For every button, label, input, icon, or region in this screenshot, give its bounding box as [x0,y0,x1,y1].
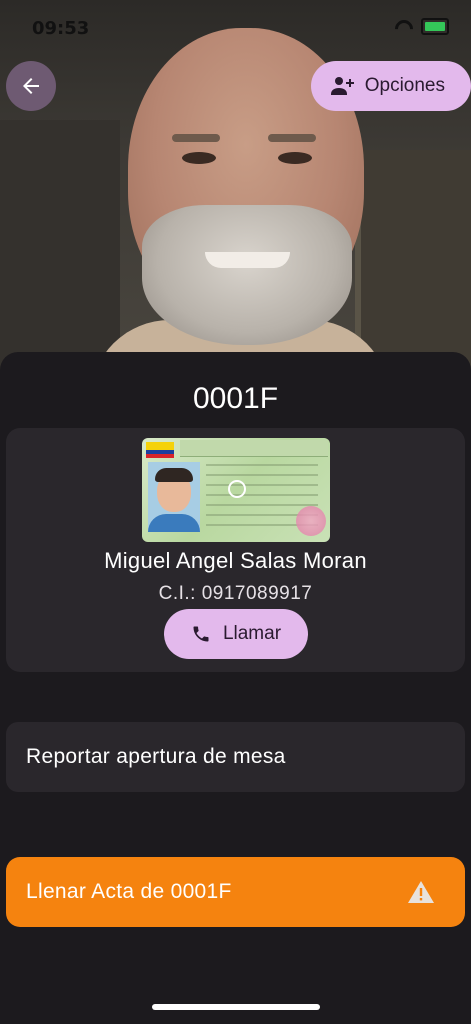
person-id-number: C.I.: 0917089917 [158,583,313,604]
status-icons [395,18,449,35]
options-label: Opciones [364,75,445,96]
back-button[interactable] [6,61,56,111]
call-button[interactable]: Llamar [164,609,308,659]
details-sheet: 0001F Miguel Angel Salas Moran C.I.: 091… [0,352,471,1024]
report-opening-label: Reportar apertura de mesa [26,745,286,768]
status-time: 09:53 [32,18,90,39]
person-add-icon [330,77,354,95]
warning-triangle-icon [408,881,434,903]
arrow-left-icon [23,78,39,94]
report-opening-button[interactable]: Reportar apertura de mesa [6,722,465,792]
battery-icon [421,18,449,35]
record-code-title: 0001F [192,382,279,415]
person-card: Miguel Angel Salas Moran C.I.: 091708991… [6,428,465,672]
zoom-icon [228,480,246,498]
fill-act-button[interactable]: Llenar Acta de 0001F [6,857,465,927]
home-indicator [152,1004,320,1010]
person-name: Miguel Angel Salas Moran [104,548,367,573]
flag-icon [146,442,174,458]
profile-photo [0,0,471,380]
wifi-icon [395,20,413,34]
call-label: Llamar [222,623,282,644]
id-card-image[interactable] [142,438,330,542]
phone-icon [193,626,209,642]
fill-act-label: Llenar Acta de 0001F [26,880,232,903]
options-button[interactable]: Opciones [310,61,471,111]
